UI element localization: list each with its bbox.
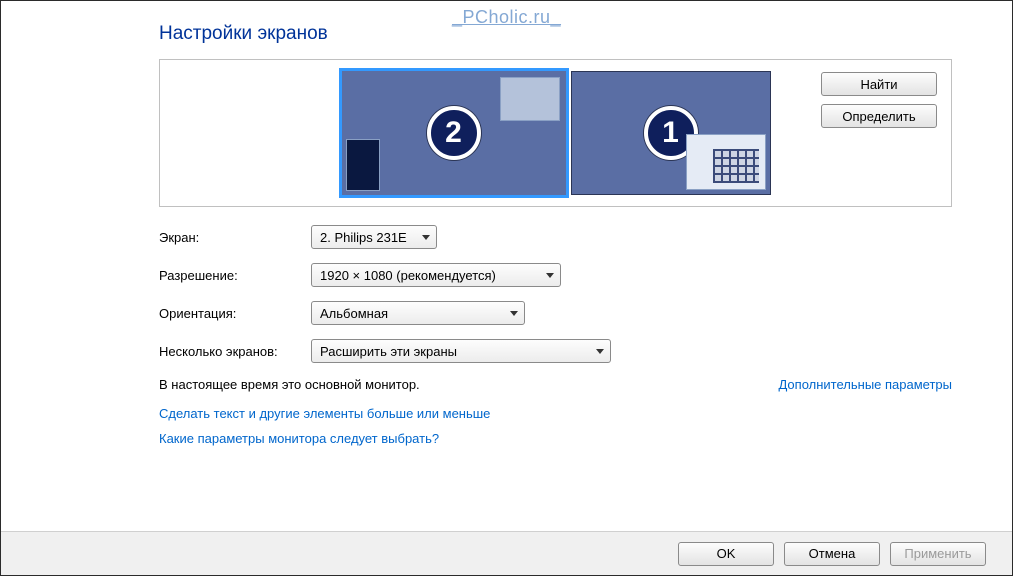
text-size-link[interactable]: Сделать текст и другие элементы больше и… <box>159 406 952 421</box>
orientation-label: Ориентация: <box>159 306 311 321</box>
window-thumb-icon <box>500 77 560 121</box>
display-value: 2. Philips 231E <box>320 230 407 245</box>
multiple-displays-value: Расширить эти экраны <box>320 344 457 359</box>
chevron-down-icon <box>596 349 604 354</box>
apply-button[interactable]: Применить <box>890 542 986 566</box>
chevron-down-icon <box>510 311 518 316</box>
cancel-button[interactable]: Отмена <box>784 542 880 566</box>
multiple-displays-label: Несколько экранов: <box>159 344 311 359</box>
chevron-down-icon <box>546 273 554 278</box>
display-dropdown[interactable]: 2. Philips 231E <box>311 225 437 249</box>
primary-monitor-status: В настоящее время это основной монитор. <box>159 377 420 392</box>
orientation-value: Альбомная <box>320 306 388 321</box>
resolution-value: 1920 × 1080 (рекомендуется) <box>320 268 496 283</box>
monitor-1[interactable]: 1 <box>571 71 771 195</box>
monitor-number: 2 <box>427 106 481 160</box>
resolution-dropdown[interactable]: 1920 × 1080 (рекомендуется) <box>311 263 561 287</box>
identify-button[interactable]: Определить <box>821 104 937 128</box>
ok-button[interactable]: OK <box>678 542 774 566</box>
orientation-dropdown[interactable]: Альбомная <box>311 301 525 325</box>
advanced-settings-link[interactable]: Дополнительные параметры <box>778 377 952 392</box>
resolution-label: Разрешение: <box>159 268 311 283</box>
monitor-2[interactable]: 2 <box>341 70 567 196</box>
watermark: _PCholic.ru_ <box>1 7 1012 28</box>
find-button[interactable]: Найти <box>821 72 937 96</box>
window-thumb-icon <box>346 139 380 191</box>
which-settings-link[interactable]: Какие параметры монитора следует выбрать… <box>159 431 952 446</box>
display-label: Экран: <box>159 230 311 245</box>
window-thumb-icon <box>686 134 766 190</box>
chevron-down-icon <box>422 235 430 240</box>
dialog-footer: OK Отмена Применить <box>1 531 1012 575</box>
multiple-displays-dropdown[interactable]: Расширить эти экраны <box>311 339 611 363</box>
monitor-preview: 2 1 Найти Определить <box>159 59 952 207</box>
